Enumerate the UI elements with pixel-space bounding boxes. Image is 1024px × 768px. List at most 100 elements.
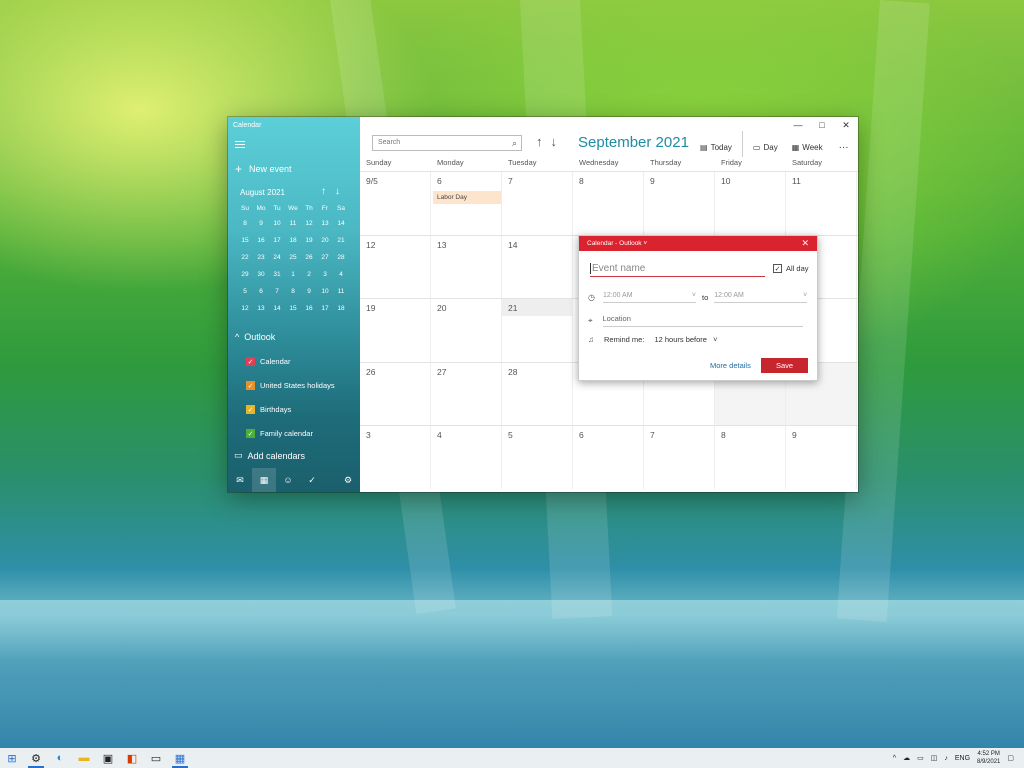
file-explorer-icon[interactable]: ▬ bbox=[72, 748, 96, 768]
calendar-list-item[interactable]: ✓ Birthdays bbox=[246, 405, 291, 414]
next-arrow-icon[interactable]: ↓ bbox=[551, 134, 558, 149]
day-cell[interactable]: 7 bbox=[502, 172, 573, 235]
mini-calendar-day[interactable]: 14 bbox=[333, 215, 349, 232]
mini-calendar-day[interactable]: 17 bbox=[317, 300, 333, 317]
mini-calendar-day[interactable]: 16 bbox=[301, 300, 317, 317]
mini-calendar-day[interactable]: 23 bbox=[253, 249, 269, 266]
mini-calendar-day[interactable]: 31 bbox=[269, 266, 285, 283]
mini-calendar-day[interactable]: 28 bbox=[333, 249, 349, 266]
reminder-select[interactable]: 12 hours before ˅ bbox=[654, 335, 717, 344]
mail-icon[interactable]: ✉ bbox=[228, 468, 252, 492]
all-day-checkbox[interactable]: ✓ All day bbox=[773, 264, 809, 273]
more-options-icon[interactable]: ··· bbox=[839, 142, 849, 153]
mini-calendar-day[interactable]: 15 bbox=[285, 300, 301, 317]
mini-calendar-day[interactable]: 18 bbox=[285, 232, 301, 249]
more-details-link[interactable]: More details bbox=[710, 361, 751, 370]
mini-calendar-day[interactable]: 5 bbox=[237, 283, 253, 300]
day-cell[interactable]: 13 bbox=[431, 235, 502, 298]
mini-calendar-day[interactable]: 21 bbox=[333, 232, 349, 249]
calendar-list-item[interactable]: ✓ Family calendar bbox=[246, 429, 313, 438]
mini-calendar-day[interactable]: 1 bbox=[285, 266, 301, 283]
mini-calendar-day[interactable]: 2 bbox=[301, 266, 317, 283]
location-input[interactable]: Location bbox=[602, 314, 803, 327]
calendar-app-icon[interactable]: ▦ bbox=[168, 748, 192, 768]
windows-start-icon[interactable]: ⊞ bbox=[0, 748, 24, 768]
mini-calendar-day[interactable]: 13 bbox=[317, 215, 333, 232]
day-cell[interactable]: 26 bbox=[360, 362, 431, 425]
battery-icon[interactable]: ▭ bbox=[917, 754, 924, 762]
close-icon[interactable]: ✕ bbox=[801, 238, 809, 249]
mini-calendar-day[interactable]: 25 bbox=[285, 249, 301, 266]
mini-calendar-day[interactable]: 29 bbox=[237, 266, 253, 283]
volume-icon[interactable]: ♪ bbox=[944, 755, 948, 762]
day-cell[interactable]: 6 Labor Day bbox=[431, 172, 502, 235]
day-cell[interactable]: 10 bbox=[715, 172, 786, 235]
calendar-icon[interactable]: ▦ bbox=[252, 468, 276, 492]
maximize-icon[interactable]: □ bbox=[810, 117, 834, 133]
store-icon[interactable]: ▣ bbox=[96, 748, 120, 768]
mini-calendar-day[interactable]: 30 bbox=[253, 266, 269, 283]
day-cell[interactable]: 27 bbox=[431, 362, 502, 425]
mini-calendar-day[interactable]: 10 bbox=[269, 215, 285, 232]
mini-calendar-day[interactable]: 10 bbox=[317, 283, 333, 300]
clock[interactable]: 4:52 PM 8/9/2021 bbox=[977, 750, 1000, 766]
chevron-up-icon[interactable]: ^ bbox=[893, 755, 896, 762]
people-icon[interactable]: ☺ bbox=[276, 468, 300, 492]
day-cell[interactable]: 3 bbox=[360, 426, 431, 489]
notifications-icon[interactable]: ▢ bbox=[1007, 754, 1014, 762]
search-input[interactable]: Search ⌕ bbox=[372, 135, 522, 151]
minimize-icon[interactable]: — bbox=[786, 117, 810, 133]
mini-calendar-day[interactable]: 12 bbox=[237, 300, 253, 317]
mini-calendar-day[interactable]: 4 bbox=[333, 266, 349, 283]
day-cell[interactable]: 7 bbox=[644, 426, 715, 489]
day-cell[interactable]: 20 bbox=[431, 299, 502, 362]
mini-calendar-day[interactable]: 11 bbox=[285, 215, 301, 232]
hamburger-menu-icon[interactable] bbox=[235, 139, 245, 149]
mini-calendar-day[interactable]: 13 bbox=[253, 300, 269, 317]
start-time-select[interactable]: 12:00 AM ˅ bbox=[602, 292, 696, 303]
day-cell[interactable]: 4 bbox=[431, 426, 502, 489]
close-icon[interactable]: ✕ bbox=[834, 117, 858, 133]
day-cell[interactable]: 9 bbox=[786, 426, 857, 489]
settings-gear-icon[interactable]: ⚙ bbox=[336, 468, 360, 492]
mini-calendar-day[interactable]: 11 bbox=[333, 283, 349, 300]
cloud-icon[interactable]: ☁ bbox=[903, 754, 910, 762]
day-cell[interactable]: 21 bbox=[502, 299, 573, 362]
mini-calendar-day[interactable]: 8 bbox=[237, 215, 253, 232]
mini-calendar-day[interactable]: 8 bbox=[285, 283, 301, 300]
previous-arrow-icon[interactable]: ↑ bbox=[536, 134, 543, 149]
day-cell[interactable]: 19 bbox=[360, 299, 431, 362]
checkbox-icon[interactable]: ✓ bbox=[246, 429, 255, 438]
checkbox-icon[interactable]: ✓ bbox=[246, 381, 255, 390]
todo-check-icon[interactable]: ✓ bbox=[300, 468, 324, 492]
mini-calendar-day[interactable]: 16 bbox=[253, 232, 269, 249]
day-cell[interactable]: 11 bbox=[786, 172, 857, 235]
mini-calendar-day[interactable]: 26 bbox=[301, 249, 317, 266]
mini-calendar-day[interactable]: 6 bbox=[253, 283, 269, 300]
day-cell[interactable]: 9/5 bbox=[360, 172, 431, 235]
mini-calendar-day[interactable]: 22 bbox=[237, 249, 253, 266]
mini-calendar-day[interactable]: 9 bbox=[253, 215, 269, 232]
mini-calendar-day[interactable]: 18 bbox=[333, 300, 349, 317]
network-icon[interactable]: ◫ bbox=[931, 754, 938, 762]
checkbox-icon[interactable]: ✓ bbox=[246, 405, 255, 414]
mini-calendar-day[interactable]: 27 bbox=[317, 249, 333, 266]
day-cell[interactable]: 8 bbox=[573, 172, 644, 235]
add-calendars-button[interactable]: ▭ Add calendars bbox=[234, 450, 305, 461]
mini-calendar-day[interactable]: 24 bbox=[269, 249, 285, 266]
mini-calendar-day[interactable]: 3 bbox=[317, 266, 333, 283]
mini-calendar-day[interactable]: 12 bbox=[301, 215, 317, 232]
calendar-list-item[interactable]: ✓ United States holidays bbox=[246, 381, 335, 390]
settings-gear-icon[interactable]: ⚙ bbox=[24, 748, 48, 768]
mini-calendar-day[interactable]: 7 bbox=[269, 283, 285, 300]
account-section-toggle[interactable]: ^ Outlook bbox=[235, 332, 275, 342]
mini-calendar-day[interactable]: 14 bbox=[269, 300, 285, 317]
search-icon[interactable]: ⌕ bbox=[512, 138, 517, 149]
mini-calendar-day[interactable]: 20 bbox=[317, 232, 333, 249]
day-cell[interactable]: 28 bbox=[502, 362, 573, 425]
mini-calendar-day[interactable]: 9 bbox=[301, 283, 317, 300]
day-cell[interactable]: 8 bbox=[715, 426, 786, 489]
event-chip[interactable]: Labor Day bbox=[433, 191, 501, 204]
arrow-down-icon[interactable]: ↓ bbox=[335, 186, 340, 197]
day-cell[interactable]: 9 bbox=[644, 172, 715, 235]
